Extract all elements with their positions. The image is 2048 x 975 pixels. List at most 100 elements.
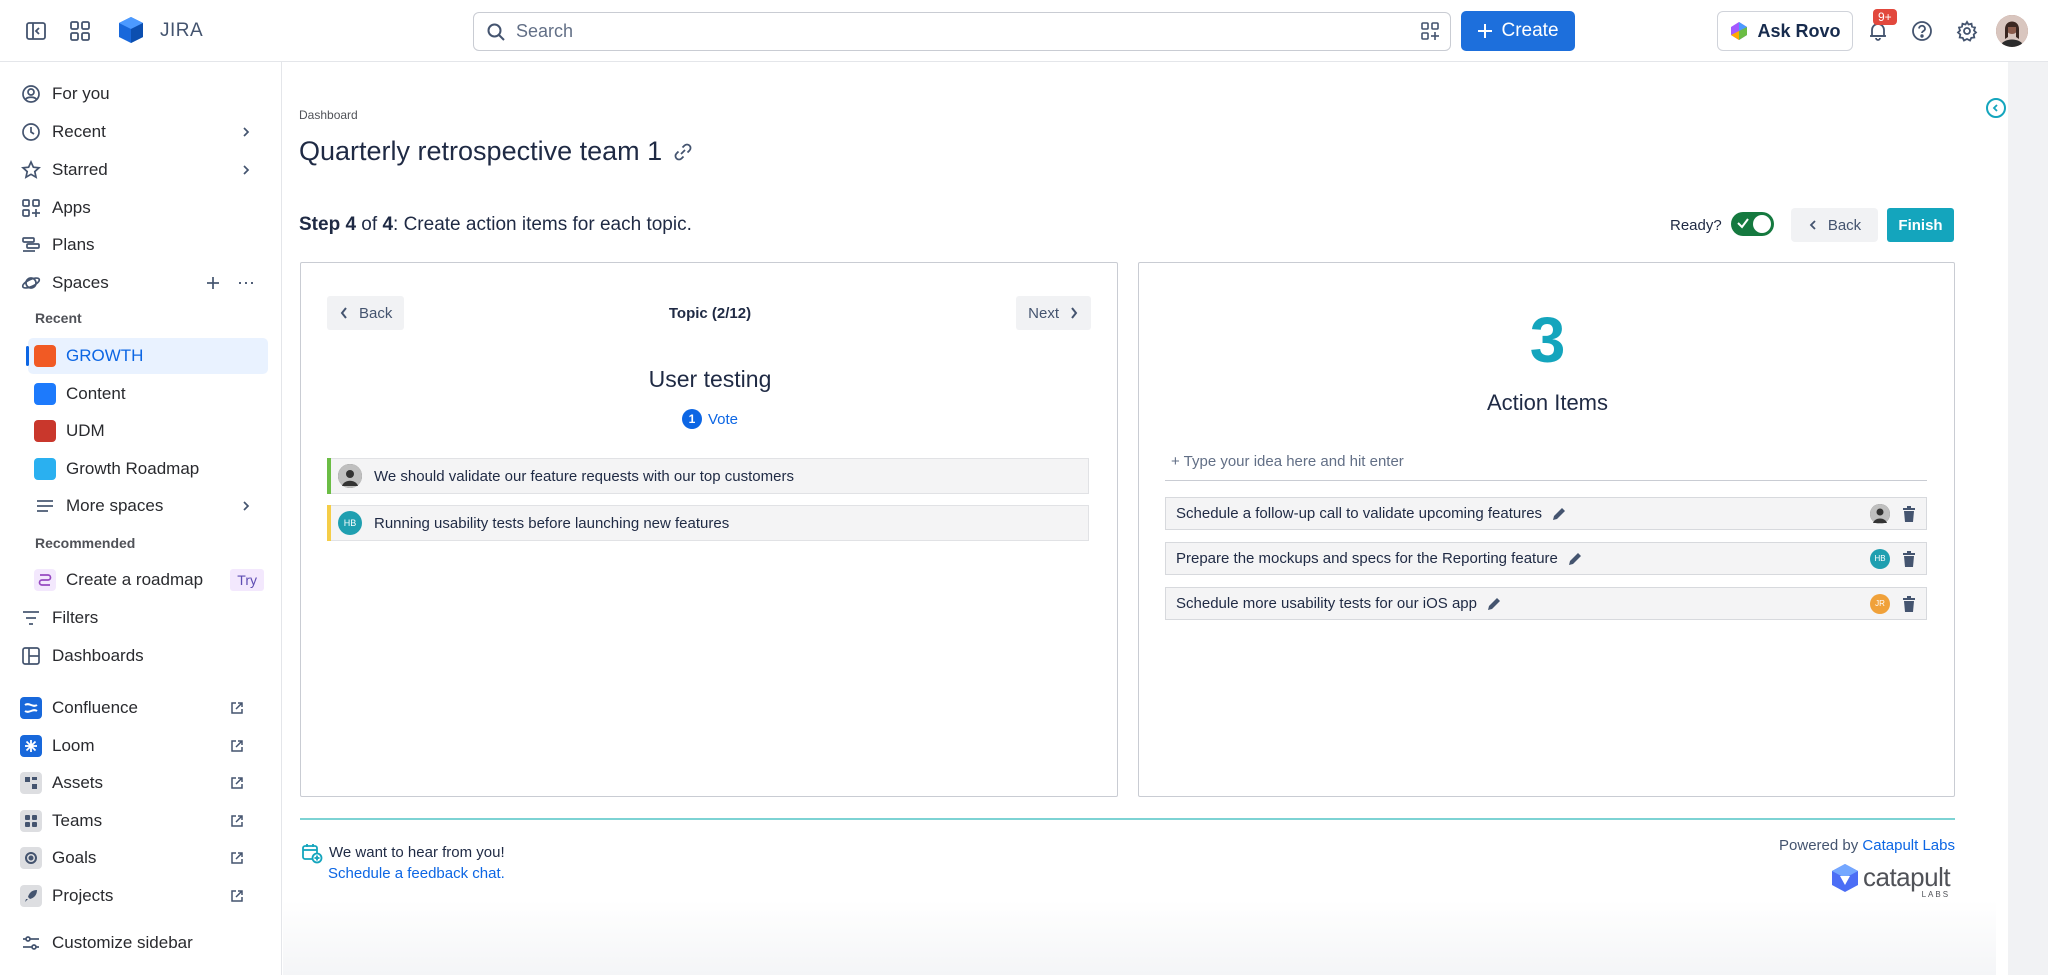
space-content[interactable]: Content xyxy=(28,376,268,412)
sidebar-item-label: Dashboards xyxy=(52,646,144,665)
toggle-knob xyxy=(1753,215,1771,233)
back-button[interactable]: Back xyxy=(1791,208,1878,242)
app-switcher-icon[interactable] xyxy=(64,15,96,47)
sidebar-item-starred[interactable]: Starred xyxy=(20,153,268,187)
create-button[interactable]: Create xyxy=(1461,11,1575,51)
catapult-labs-text: LABS xyxy=(1921,890,1951,899)
collapse-panel-icon[interactable] xyxy=(1986,98,2006,118)
action-item-text: Schedule a follow-up call to validate up… xyxy=(1176,505,1543,522)
recent-heading: Recent xyxy=(35,310,82,326)
more-options-icon[interactable]: ⋯ xyxy=(237,273,256,294)
gear-icon[interactable] xyxy=(1951,15,1983,47)
page-title-text: Quarterly retrospective team 1 xyxy=(299,136,663,166)
customize-sidebar[interactable]: Customize sidebar xyxy=(20,926,268,960)
topic-next-label: Next xyxy=(1028,304,1059,322)
sidebar-app-assets[interactable]: Assets xyxy=(20,766,268,800)
sidebar-app-projects[interactable]: Projects xyxy=(20,879,268,913)
create-label: Create xyxy=(1501,20,1559,41)
app-label: Assets xyxy=(52,773,104,792)
breadcrumb[interactable]: Dashboard xyxy=(299,108,358,122)
sidebar-toggle-icon[interactable] xyxy=(20,15,52,47)
recommended-heading: Recommended xyxy=(35,535,136,551)
step-description: : Create action items for each topic. xyxy=(393,214,692,235)
action-item: Schedule more usability tests for our iO… xyxy=(1165,587,1927,620)
topic-next-button[interactable]: Next xyxy=(1016,296,1091,330)
external-link-icon xyxy=(230,851,244,865)
app-label: Loom xyxy=(52,736,95,755)
sidebar-item-spaces[interactable]: Spaces ⋯ xyxy=(20,266,268,300)
sidebar-item-label: Apps xyxy=(52,198,91,217)
sidebar-item-plans[interactable]: Plans xyxy=(20,228,268,262)
topic-counter: Topic (2/12) xyxy=(668,305,752,322)
create-roadmap[interactable]: Create a roadmap Try xyxy=(28,562,268,598)
sidebar-item-label: Recent xyxy=(52,122,106,141)
calendar-chat-icon xyxy=(301,842,323,864)
trash-icon[interactable] xyxy=(1902,505,1916,522)
sidebar-item-filters[interactable]: Filters xyxy=(20,601,268,635)
catapult-logo-icon xyxy=(1831,863,1859,893)
sidebar-item-label: Spaces xyxy=(52,273,109,292)
action-item-input[interactable]: + Type your idea here and hit enter xyxy=(1165,443,1927,481)
sidebar-item-dashboards[interactable]: Dashboards xyxy=(20,639,268,673)
catapult-logo[interactable]: catapult LABS xyxy=(1831,862,1951,899)
action-items-panel: 3 Action Items + Type your idea here and… xyxy=(1138,262,1955,797)
footer-divider xyxy=(300,818,1955,820)
bottom-fade xyxy=(283,900,1996,975)
user-avatar-initials: HB xyxy=(1870,548,1890,569)
app-label: Confluence xyxy=(52,698,139,717)
jira-logo-icon[interactable] xyxy=(116,15,146,45)
chevron-right-icon xyxy=(1069,306,1079,320)
ask-rovo-button[interactable]: Ask Rovo xyxy=(1717,11,1853,51)
sidebar-item-label: Plans xyxy=(52,235,95,254)
ready-toggle[interactable] xyxy=(1731,212,1774,236)
action-item: Schedule a follow-up call to validate up… xyxy=(1165,497,1927,530)
trash-icon[interactable] xyxy=(1902,595,1916,612)
search-filter-icon[interactable] xyxy=(1420,21,1440,41)
sidebar-item-label: Starred xyxy=(52,160,108,179)
sidebar-app-teams[interactable]: Teams xyxy=(20,804,268,838)
pencil-icon[interactable] xyxy=(1552,507,1566,521)
search-input[interactable]: Search xyxy=(473,12,1451,51)
trash-icon[interactable] xyxy=(1902,550,1916,567)
chevron-right-icon[interactable] xyxy=(240,126,252,138)
try-badge: Try xyxy=(230,569,264,591)
help-icon[interactable] xyxy=(1906,15,1938,47)
loom-icon xyxy=(20,735,42,757)
sidebar-item-label: For you xyxy=(52,84,110,103)
pencil-icon[interactable] xyxy=(1568,552,1582,566)
app-name[interactable]: JIRA xyxy=(160,20,203,42)
more-spaces[interactable]: More spaces xyxy=(28,488,268,524)
idea-item: HB Running usability tests before launch… xyxy=(327,505,1089,541)
link-icon[interactable] xyxy=(672,141,694,163)
sidebar-app-confluence[interactable]: Confluence xyxy=(20,691,268,725)
pencil-icon[interactable] xyxy=(1487,597,1501,611)
search-placeholder: Search xyxy=(516,21,574,41)
idea-color-bar xyxy=(327,458,331,494)
space-growth-roadmap[interactable]: Growth Roadmap xyxy=(28,451,268,487)
action-items-count: 3 xyxy=(1529,304,1566,376)
topic-name: User testing xyxy=(648,366,772,392)
sidebar-item-apps[interactable]: Apps xyxy=(20,191,268,225)
idea-color-bar xyxy=(327,505,331,541)
add-space-icon[interactable] xyxy=(206,276,220,290)
sidebar-item-recent[interactable]: Recent xyxy=(20,115,268,149)
finish-button[interactable]: Finish xyxy=(1887,208,1954,242)
content-space-icon xyxy=(34,383,56,405)
space-udm[interactable]: UDM xyxy=(28,413,268,449)
apps-icon xyxy=(20,197,42,219)
feedback-link[interactable]: Schedule a feedback chat xyxy=(328,865,501,882)
udm-space-icon xyxy=(34,420,56,442)
space-growth[interactable]: GROWTH xyxy=(26,338,268,374)
confluence-icon xyxy=(20,697,42,719)
sidebar-app-goals[interactable]: Goals xyxy=(20,841,268,875)
user-avatar[interactable] xyxy=(1996,15,2028,47)
catapult-link[interactable]: Catapult Labs xyxy=(1862,837,1955,854)
chevron-left-icon xyxy=(1808,219,1818,231)
chevron-right-icon[interactable] xyxy=(240,164,252,176)
vote-indicator[interactable]: 1 Vote xyxy=(301,409,1119,429)
search-icon xyxy=(486,22,506,42)
user-avatar-initials: JR xyxy=(1870,593,1890,614)
sidebar-item-for-you[interactable]: For you xyxy=(20,77,268,111)
sliders-icon xyxy=(20,932,42,954)
sidebar-app-loom[interactable]: Loom xyxy=(20,729,268,763)
